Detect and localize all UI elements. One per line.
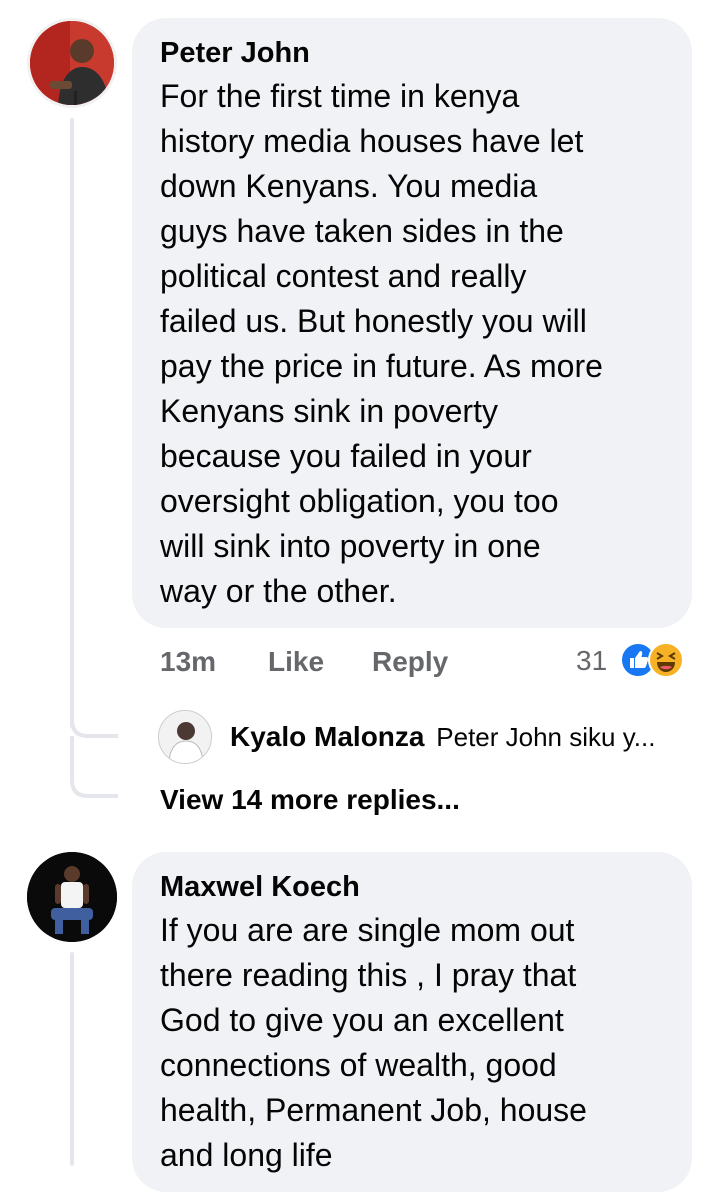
comment-time[interactable]: 13m (160, 646, 216, 678)
thread-line (70, 118, 74, 728)
reactions-summary[interactable]: 31 (576, 642, 696, 678)
comment-bubble[interactable]: Peter John For the first time in kenya h… (132, 18, 692, 628)
reply-text: Peter John siku y... (436, 722, 656, 752)
person-photo-icon (159, 711, 211, 763)
comment-author[interactable]: Maxwel Koech (160, 870, 666, 904)
reply-connector (70, 690, 118, 798)
avatar[interactable] (27, 18, 117, 108)
reply-button[interactable]: Reply (372, 646, 448, 678)
person-photo-icon (30, 21, 114, 105)
view-more-replies-button[interactable]: View 14 more replies... (160, 784, 460, 816)
reaction-count: 31 (576, 645, 608, 676)
haha-icon (648, 642, 684, 678)
reply-author[interactable]: Kyalo Malonza (230, 721, 424, 752)
comment-text: For the first time in kenya history medi… (160, 78, 603, 609)
comment-author[interactable]: Peter John (160, 36, 666, 70)
reply-preview[interactable]: Kyalo Malonza Peter John siku y... (230, 721, 655, 753)
person-photo-icon (27, 852, 117, 942)
reply-avatar[interactable] (158, 710, 212, 764)
avatar[interactable] (27, 852, 117, 942)
like-button[interactable]: Like (268, 646, 324, 678)
comment-bubble[interactable]: Maxwel Koech If you are are single mom o… (132, 852, 692, 1192)
comment-text: If you are are single mom out there read… (160, 912, 587, 1173)
thread-line (70, 952, 74, 1166)
